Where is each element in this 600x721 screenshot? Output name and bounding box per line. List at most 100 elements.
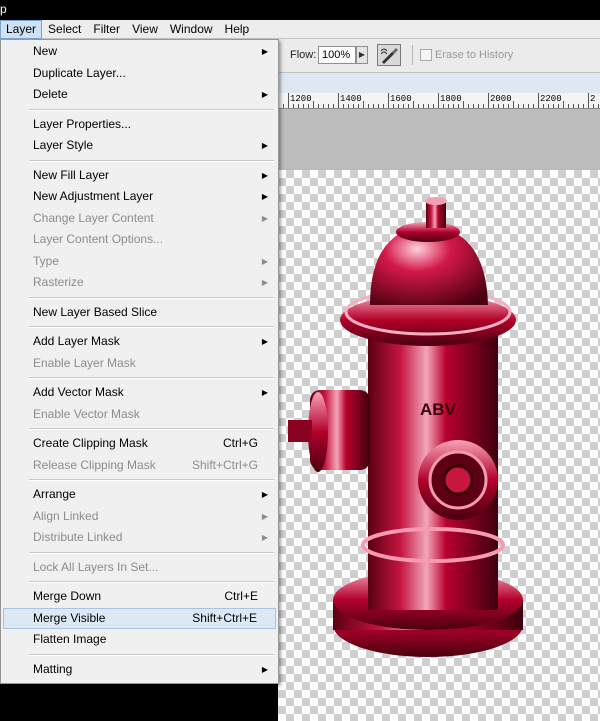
menu-item-label: Change Layer Content bbox=[33, 210, 154, 225]
menu-item-new-layer-based-slice[interactable]: New Layer Based Slice bbox=[1, 302, 278, 324]
menu-item-layer-properties[interactable]: Layer Properties... bbox=[1, 114, 278, 136]
menu-window[interactable]: Window bbox=[164, 20, 219, 39]
ruler-major-tick bbox=[538, 93, 539, 108]
ruler-label: 1400 bbox=[340, 94, 362, 104]
ruler-tick bbox=[428, 104, 429, 108]
menu-item-distribute-linked: Distribute Linked ▶ bbox=[1, 527, 278, 549]
ruler-tick bbox=[513, 101, 514, 108]
flow-input[interactable]: 100% bbox=[318, 46, 356, 64]
pasteboard-area bbox=[278, 109, 600, 170]
menu-item-label: Distribute Linked bbox=[33, 530, 123, 544]
airbrush-glyph bbox=[380, 48, 398, 64]
ruler-tick bbox=[578, 104, 579, 108]
menu-item-label: New Layer Based Slice bbox=[33, 304, 158, 319]
ruler-tick bbox=[503, 104, 504, 108]
ruler-tick bbox=[318, 104, 319, 108]
ruler-tick bbox=[298, 104, 299, 108]
ruler-tick bbox=[433, 104, 434, 108]
menu-view[interactable]: View bbox=[126, 20, 164, 39]
ruler-tick bbox=[418, 104, 419, 108]
menu-item-shortcut: Ctrl+G bbox=[222, 436, 258, 450]
ruler-tick bbox=[463, 101, 464, 108]
ruler-tick bbox=[473, 104, 474, 108]
ruler-tick bbox=[558, 104, 559, 108]
menu-item-label: Add Vector Mask bbox=[33, 385, 124, 399]
ruler-tick bbox=[328, 104, 329, 108]
submenu-arrow-icon: ▶ bbox=[261, 192, 268, 201]
ruler-major-tick bbox=[588, 93, 589, 108]
menu-item-add-layer-mask[interactable]: Add Layer Mask ▶ bbox=[1, 331, 278, 353]
menu-item-label: Matting bbox=[33, 661, 73, 676]
ruler-tick bbox=[313, 101, 314, 108]
menu-separator bbox=[1, 549, 278, 557]
menu-item-layer-style[interactable]: Layer Style ▶ bbox=[1, 135, 278, 157]
flow-label: Flow: bbox=[290, 49, 317, 61]
menu-item-add-vector-mask[interactable]: Add Vector Mask ▶ bbox=[1, 382, 278, 404]
menu-item-layer-content-options: Layer Content Options... bbox=[1, 229, 278, 251]
submenu-arrow-icon: ▶ bbox=[261, 47, 268, 56]
menu-item-enable-vector-mask: Enable Vector Mask bbox=[1, 404, 278, 426]
menu-item-new-fill-layer[interactable]: New Fill Layer ▶ bbox=[1, 165, 278, 187]
menu-item-flatten-image[interactable]: Flatten Image bbox=[1, 629, 278, 651]
horizontal-ruler: 1200 1400 1600 1800 2000 2200 2 bbox=[278, 93, 600, 109]
ruler-tick bbox=[423, 104, 424, 108]
ruler-tick bbox=[598, 104, 599, 108]
menu-item-merge-visible[interactable]: Merge Visible Shift+Ctrl+E bbox=[3, 607, 276, 629]
menu-item-label: Type bbox=[33, 253, 60, 268]
ruler-tick bbox=[548, 104, 549, 108]
menu-separator bbox=[1, 476, 278, 484]
menu-separator bbox=[1, 651, 278, 659]
menu-item-change-layer-content: Change Layer Content ▶ bbox=[1, 208, 278, 230]
ruler-tick bbox=[483, 104, 484, 108]
hydrant-embossed-text: ABV bbox=[420, 400, 457, 419]
ruler-tick bbox=[408, 104, 409, 108]
airbrush-icon[interactable] bbox=[377, 44, 401, 66]
menu-help[interactable]: Help bbox=[219, 20, 256, 39]
menu-item-label: Add Layer Mask bbox=[33, 334, 120, 348]
menu-item-rasterize: Rasterize ▶ bbox=[1, 272, 278, 294]
menu-item-delete[interactable]: Delete ▶ bbox=[1, 84, 278, 106]
ruler-tick bbox=[383, 104, 384, 108]
transparent-canvas[interactable]: ABV bbox=[278, 170, 600, 721]
menu-item-label: Rasterize bbox=[33, 275, 84, 289]
menu-item-align-linked: Align Linked ▶ bbox=[1, 506, 278, 528]
ruler-tick bbox=[543, 104, 544, 108]
menu-item-lock-all-layers-in-set: Lock All Layers In Set... bbox=[1, 557, 278, 579]
menu-item-new[interactable]: New ▶ bbox=[1, 41, 278, 63]
ruler-major-tick bbox=[388, 93, 389, 108]
menu-item-label: Lock All Layers In Set... bbox=[33, 559, 159, 574]
menu-layer[interactable]: Layer bbox=[0, 20, 43, 39]
menu-item-label: New Fill Layer bbox=[33, 167, 110, 182]
menu-select[interactable]: Select bbox=[42, 20, 87, 39]
submenu-arrow-icon: ▶ bbox=[261, 90, 268, 99]
menu-item-shortcut: Shift+Ctrl+G bbox=[191, 457, 258, 472]
menu-filter[interactable]: Filter bbox=[87, 20, 126, 39]
ruler-label: 1200 bbox=[290, 94, 312, 104]
menu-item-create-clipping-mask[interactable]: Create Clipping Mask Ctrl+G bbox=[1, 433, 278, 455]
menu-item-label: Merge Down bbox=[33, 589, 102, 603]
ruler-tick bbox=[363, 101, 364, 108]
ruler-tick bbox=[528, 104, 529, 108]
menu-item-release-clipping-mask: Release Clipping Mask Shift+Ctrl+G bbox=[1, 455, 278, 477]
flow-dropdown-arrow[interactable]: ▶ bbox=[356, 46, 368, 64]
menu-item-label: Enable Layer Mask bbox=[33, 355, 136, 370]
ruler-label: 1600 bbox=[390, 94, 412, 104]
menu-item-duplicate-layer[interactable]: Duplicate Layer... bbox=[1, 63, 278, 85]
erase-to-history-checkbox[interactable] bbox=[420, 49, 432, 61]
ruler-label: 2000 bbox=[490, 94, 512, 104]
menu-item-merge-down[interactable]: Merge Down Ctrl+E bbox=[1, 586, 278, 608]
submenu-arrow-icon: ▶ bbox=[261, 170, 268, 180]
menu-item-label: Flatten Image bbox=[33, 632, 107, 646]
menu-item-matting[interactable]: Matting ▶ bbox=[1, 659, 278, 681]
submenu-arrow-icon: ▶ bbox=[261, 278, 268, 287]
ruler-tick bbox=[348, 104, 349, 108]
menu-item-new-adjustment-layer[interactable]: New Adjustment Layer ▶ bbox=[1, 186, 278, 208]
hydrant-front-nut bbox=[442, 464, 474, 496]
submenu-arrow-icon: ▶ bbox=[261, 511, 268, 521]
ruler-tick bbox=[533, 104, 534, 108]
fire-hydrant-image: ABV bbox=[288, 197, 523, 657]
menu-item-arrange[interactable]: Arrange ▶ bbox=[1, 484, 278, 506]
ruler-tick bbox=[508, 104, 509, 108]
submenu-arrow-icon: ▶ bbox=[261, 664, 268, 674]
menu-separator bbox=[1, 374, 278, 382]
